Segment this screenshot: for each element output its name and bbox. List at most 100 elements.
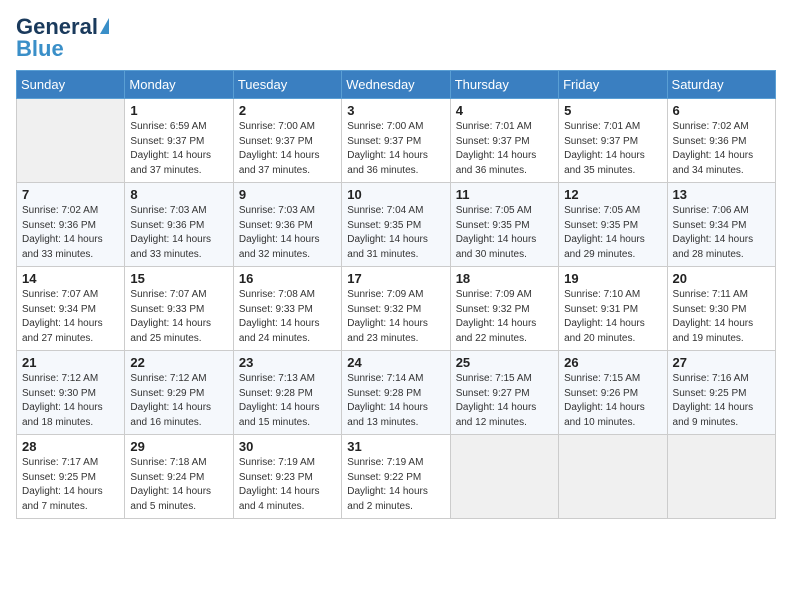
calendar-cell: 26 Sunrise: 7:15 AMSunset: 9:26 PMDayligh… [559, 351, 667, 435]
calendar-cell: 17 Sunrise: 7:09 AMSunset: 9:32 PMDayligh… [342, 267, 450, 351]
logo-blue: Blue [16, 38, 64, 60]
day-number: 21 [22, 355, 119, 370]
day-info: Sunrise: 7:04 AMSunset: 9:35 PMDaylight:… [347, 204, 444, 262]
day-info: Sunrise: 7:10 AMSunset: 9:31 PMDaylight:… [564, 288, 661, 346]
day-number: 7 [22, 187, 119, 202]
week-row-1: 7 Sunrise: 7:02 AMSunset: 9:36 PMDaylight… [17, 183, 776, 267]
day-number: 23 [239, 355, 336, 370]
day-number: 19 [564, 271, 661, 286]
day-info: Sunrise: 7:09 AMSunset: 9:32 PMDaylight:… [347, 288, 444, 346]
day-info: Sunrise: 7:05 AMSunset: 9:35 PMDaylight:… [564, 204, 661, 262]
header-friday: Friday [559, 71, 667, 99]
page-header: General Blue [16, 16, 776, 60]
day-number: 18 [456, 271, 553, 286]
calendar-cell: 31Sunrise: 7:19 AMSunset: 9:22 PMDayligh… [342, 435, 450, 519]
calendar-cell: 9 Sunrise: 7:03 AMSunset: 9:36 PMDaylight… [233, 183, 341, 267]
calendar-cell: 25Sunrise: 7:15 AMSunset: 9:27 PMDayligh… [450, 351, 558, 435]
calendar-cell: 21Sunrise: 7:12 AMSunset: 9:30 PMDayligh… [17, 351, 125, 435]
header-sunday: Sunday [17, 71, 125, 99]
day-number: 8 [130, 187, 227, 202]
day-number: 5 [564, 103, 661, 118]
week-row-2: 14 Sunrise: 7:07 AMSunset: 9:34 PMDayligh… [17, 267, 776, 351]
day-number: 12 [564, 187, 661, 202]
day-number: 6 [673, 103, 770, 118]
day-info: Sunrise: 7:12 AMSunset: 9:29 PMDaylight:… [130, 372, 227, 430]
day-number: 2 [239, 103, 336, 118]
day-info: Sunrise: 6:59 AMSunset: 9:37 PMDaylight:… [130, 120, 227, 178]
calendar-cell: 14 Sunrise: 7:07 AMSunset: 9:34 PMDayligh… [17, 267, 125, 351]
day-number: 24 [347, 355, 444, 370]
day-info: Sunrise: 7:14 AMSunset: 9:28 PMDaylight:… [347, 372, 444, 430]
calendar-cell [667, 435, 775, 519]
calendar-cell [17, 99, 125, 183]
day-info: Sunrise: 7:19 AMSunset: 9:23 PMDaylight:… [239, 456, 336, 514]
day-info: Sunrise: 7:07 AMSunset: 9:33 PMDaylight:… [130, 288, 227, 346]
calendar-cell [559, 435, 667, 519]
day-number: 14 [22, 271, 119, 286]
calendar-cell: 11 Sunrise: 7:05 AMSunset: 9:35 PMDayligh… [450, 183, 558, 267]
calendar-cell: 22 Sunrise: 7:12 AMSunset: 9:29 PMDayligh… [125, 351, 233, 435]
calendar-cell: 29Sunrise: 7:18 AMSunset: 9:24 PMDayligh… [125, 435, 233, 519]
day-info: Sunrise: 7:15 AMSunset: 9:26 PMDaylight:… [564, 372, 661, 430]
day-info: Sunrise: 7:06 AMSunset: 9:34 PMDaylight:… [673, 204, 770, 262]
day-number: 10 [347, 187, 444, 202]
week-row-4: 28Sunrise: 7:17 AMSunset: 9:25 PMDayligh… [17, 435, 776, 519]
day-number: 31 [347, 439, 444, 454]
day-number: 17 [347, 271, 444, 286]
calendar-cell: 13 Sunrise: 7:06 AMSunset: 9:34 PMDayligh… [667, 183, 775, 267]
calendar-header-row: SundayMondayTuesdayWednesdayThursdayFrid… [17, 71, 776, 99]
day-info: Sunrise: 7:03 AMSunset: 9:36 PMDaylight:… [130, 204, 227, 262]
calendar-cell: 10 Sunrise: 7:04 AMSunset: 9:35 PMDayligh… [342, 183, 450, 267]
day-info: Sunrise: 7:03 AMSunset: 9:36 PMDaylight:… [239, 204, 336, 262]
day-number: 13 [673, 187, 770, 202]
day-number: 4 [456, 103, 553, 118]
day-info: Sunrise: 7:07 AMSunset: 9:34 PMDaylight:… [22, 288, 119, 346]
day-info: Sunrise: 7:00 AMSunset: 9:37 PMDaylight:… [239, 120, 336, 178]
calendar-cell: 12 Sunrise: 7:05 AMSunset: 9:35 PMDayligh… [559, 183, 667, 267]
calendar-cell: 24 Sunrise: 7:14 AMSunset: 9:28 PMDayligh… [342, 351, 450, 435]
header-thursday: Thursday [450, 71, 558, 99]
day-number: 20 [673, 271, 770, 286]
day-info: Sunrise: 7:09 AMSunset: 9:32 PMDaylight:… [456, 288, 553, 346]
day-info: Sunrise: 7:02 AMSunset: 9:36 PMDaylight:… [22, 204, 119, 262]
calendar-cell: 15 Sunrise: 7:07 AMSunset: 9:33 PMDayligh… [125, 267, 233, 351]
day-info: Sunrise: 7:00 AMSunset: 9:37 PMDaylight:… [347, 120, 444, 178]
calendar-cell: 30 Sunrise: 7:19 AMSunset: 9:23 PMDayligh… [233, 435, 341, 519]
header-tuesday: Tuesday [233, 71, 341, 99]
calendar-cell: 4 Sunrise: 7:01 AMSunset: 9:37 PMDaylight… [450, 99, 558, 183]
calendar-cell: 16Sunrise: 7:08 AMSunset: 9:33 PMDayligh… [233, 267, 341, 351]
calendar-cell: 23Sunrise: 7:13 AMSunset: 9:28 PMDayligh… [233, 351, 341, 435]
day-number: 25 [456, 355, 553, 370]
day-info: Sunrise: 7:02 AMSunset: 9:36 PMDaylight:… [673, 120, 770, 178]
day-number: 15 [130, 271, 227, 286]
calendar-cell: 3Sunrise: 7:00 AMSunset: 9:37 PMDaylight… [342, 99, 450, 183]
day-number: 29 [130, 439, 227, 454]
day-number: 11 [456, 187, 553, 202]
day-info: Sunrise: 7:17 AMSunset: 9:25 PMDaylight:… [22, 456, 119, 514]
day-number: 26 [564, 355, 661, 370]
calendar-cell: 28Sunrise: 7:17 AMSunset: 9:25 PMDayligh… [17, 435, 125, 519]
calendar-cell: 27Sunrise: 7:16 AMSunset: 9:25 PMDayligh… [667, 351, 775, 435]
calendar-cell: 1Sunrise: 6:59 AMSunset: 9:37 PMDaylight… [125, 99, 233, 183]
day-number: 27 [673, 355, 770, 370]
day-info: Sunrise: 7:01 AMSunset: 9:37 PMDaylight:… [564, 120, 661, 178]
day-info: Sunrise: 7:08 AMSunset: 9:33 PMDaylight:… [239, 288, 336, 346]
header-wednesday: Wednesday [342, 71, 450, 99]
day-info: Sunrise: 7:01 AMSunset: 9:37 PMDaylight:… [456, 120, 553, 178]
calendar-cell: 5 Sunrise: 7:01 AMSunset: 9:37 PMDaylight… [559, 99, 667, 183]
day-number: 30 [239, 439, 336, 454]
calendar-cell: 19 Sunrise: 7:10 AMSunset: 9:31 PMDayligh… [559, 267, 667, 351]
header-saturday: Saturday [667, 71, 775, 99]
calendar-cell: 2 Sunrise: 7:00 AMSunset: 9:37 PMDaylight… [233, 99, 341, 183]
day-info: Sunrise: 7:05 AMSunset: 9:35 PMDaylight:… [456, 204, 553, 262]
day-number: 22 [130, 355, 227, 370]
calendar-cell: 8 Sunrise: 7:03 AMSunset: 9:36 PMDaylight… [125, 183, 233, 267]
week-row-3: 21Sunrise: 7:12 AMSunset: 9:30 PMDayligh… [17, 351, 776, 435]
calendar-cell: 18 Sunrise: 7:09 AMSunset: 9:32 PMDayligh… [450, 267, 558, 351]
header-monday: Monday [125, 71, 233, 99]
day-number: 9 [239, 187, 336, 202]
day-info: Sunrise: 7:11 AMSunset: 9:30 PMDaylight:… [673, 288, 770, 346]
logo-general: General [16, 16, 98, 38]
calendar-body: 1Sunrise: 6:59 AMSunset: 9:37 PMDaylight… [17, 99, 776, 519]
calendar-cell: 6 Sunrise: 7:02 AMSunset: 9:36 PMDaylight… [667, 99, 775, 183]
